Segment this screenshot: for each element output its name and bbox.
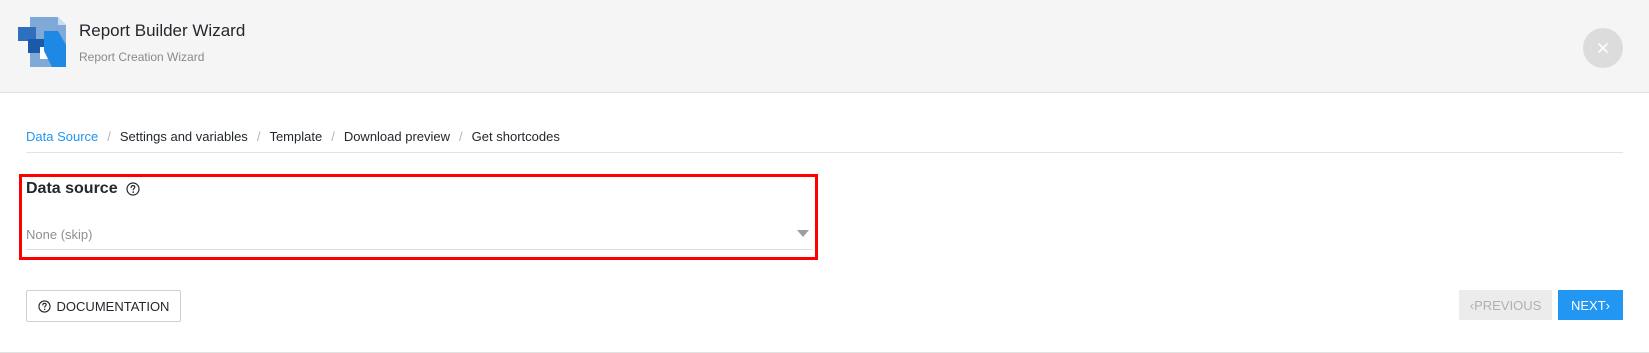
question-circle-icon bbox=[37, 299, 51, 313]
documentation-label: DOCUMENTATION bbox=[56, 298, 170, 314]
app-title: Report Builder Wizard bbox=[79, 21, 246, 40]
question-circle-icon[interactable] bbox=[125, 182, 140, 196]
caret-down-icon bbox=[797, 230, 809, 237]
documentation-button[interactable]: DOCUMENTATION bbox=[26, 290, 181, 322]
data-source-select-value: None (skip) bbox=[26, 227, 93, 242]
breadcrumb-separator: / bbox=[331, 129, 335, 144]
previous-label: PREVIOUS bbox=[1474, 297, 1542, 313]
breadcrumb-step-template[interactable]: Template bbox=[269, 129, 322, 144]
app-subtitle: Report Creation Wizard bbox=[79, 50, 205, 64]
data-source-select[interactable]: None (skip) bbox=[26, 221, 813, 250]
breadcrumb-separator: / bbox=[107, 129, 111, 144]
breadcrumb-step-settings[interactable]: Settings and variables bbox=[120, 129, 248, 144]
next-label: NEXT bbox=[1570, 297, 1606, 313]
previous-button[interactable]: ‹ PREVIOUS bbox=[1459, 290, 1552, 320]
report-builder-logo bbox=[18, 17, 66, 67]
wizard-header: Report Builder Wizard Report Creation Wi… bbox=[0, 0, 1649, 93]
breadcrumb-step-download-preview[interactable]: Download preview bbox=[344, 129, 450, 144]
close-button[interactable] bbox=[1583, 28, 1623, 68]
chevron-right-icon: › bbox=[1605, 297, 1610, 313]
breadcrumb: Data Source / Settings and variables / T… bbox=[26, 129, 560, 144]
breadcrumb-separator: / bbox=[459, 129, 463, 144]
breadcrumb-step-data-source[interactable]: Data Source bbox=[26, 129, 98, 144]
data-source-label: Data source bbox=[26, 180, 140, 198]
close-icon bbox=[1598, 43, 1608, 53]
breadcrumb-step-get-shortcodes[interactable]: Get shortcodes bbox=[472, 129, 560, 144]
wizard-page: Report Builder Wizard Report Creation Wi… bbox=[0, 0, 1649, 353]
breadcrumb-divider bbox=[26, 152, 1623, 153]
next-button[interactable]: NEXT › bbox=[1558, 290, 1623, 320]
data-source-label-text: Data source bbox=[26, 180, 118, 197]
breadcrumb-separator: / bbox=[256, 129, 261, 144]
